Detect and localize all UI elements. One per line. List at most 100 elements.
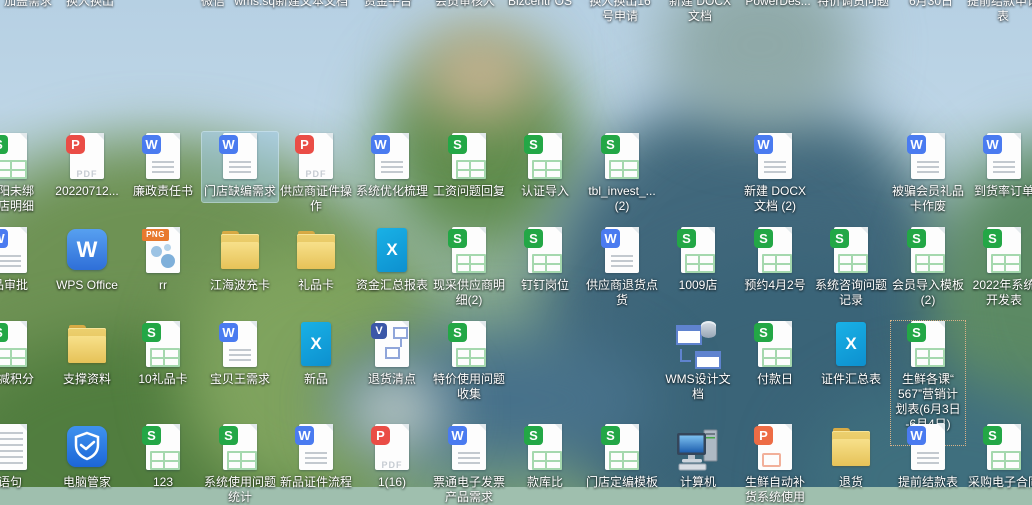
- desktop-icon[interactable]: S会员导入模板 (2): [890, 226, 966, 308]
- icon-label: 钉钉岗位: [507, 278, 583, 293]
- desktop-icon[interactable]: 语句: [0, 423, 48, 490]
- excel-file-icon: S: [904, 226, 952, 276]
- desktop-icon[interactable]: W供应商退货点 货: [584, 226, 660, 308]
- icon-label: 语句: [0, 475, 48, 490]
- desktop-icon[interactable]: 计算机: [660, 423, 736, 490]
- presentation-file-icon: P: [751, 423, 799, 473]
- excel-file-icon: S: [980, 423, 1028, 473]
- folder-icon: [292, 226, 340, 276]
- desktop-icon[interactable]: W门店缺编需求: [202, 132, 278, 202]
- desktop-icon[interactable]: S钉钉岗位: [507, 226, 583, 293]
- icon-label: PowerDes...: [740, 0, 816, 9]
- desktop-icon[interactable]: WWPS Office: [49, 226, 125, 293]
- word-file-icon: W: [598, 226, 646, 276]
- icon-label: 宝贝王需求: [202, 372, 278, 387]
- desktop-icon[interactable]: S付款日: [737, 320, 813, 387]
- desktop-icon[interactable]: 电脑管家: [49, 423, 125, 490]
- dingtalk-sheet-icon: X: [292, 320, 340, 370]
- desktop-icon[interactable]: X新品: [278, 320, 354, 387]
- desktop-icon[interactable]: S特价使用问题 收集: [431, 320, 507, 402]
- desktop-icon[interactable]: 特价调货问题: [815, 0, 891, 9]
- icon-label: 123: [125, 475, 201, 490]
- desktop-icon[interactable]: S系统咨询问题 记录: [813, 226, 889, 308]
- desktop-icon[interactable]: PPDF1(16): [354, 423, 430, 490]
- excel-file-icon: S: [598, 132, 646, 182]
- icon-label: 供应商退货点 货: [584, 278, 660, 308]
- desktop-icon[interactable]: V 退货清点: [354, 320, 430, 387]
- icon-label: 供应商证件操 作: [278, 184, 354, 214]
- icon-label: 新品证件流程: [278, 475, 354, 490]
- desktop-icon[interactable]: 退货: [813, 423, 889, 490]
- icon-label: 退货清点: [354, 372, 430, 387]
- desktop-icon[interactable]: 换人换出: [52, 0, 128, 9]
- pdf-file-icon: PPDF: [292, 132, 340, 182]
- icon-label: 提前结款申请 表: [965, 0, 1032, 24]
- desktop-icon[interactable]: 礼品卡: [278, 226, 354, 293]
- desktop-icon[interactable]: S预约4月2号: [737, 226, 813, 293]
- icon-label: 款库比: [507, 475, 583, 490]
- desktop-icon[interactable]: W新品证件流程: [278, 423, 354, 490]
- desktop-icon[interactable]: W被骗会员礼品 卡作废: [890, 132, 966, 214]
- desktop-icon[interactable]: 6月30日: [893, 0, 969, 9]
- icon-label: tbl_invest_... (2): [584, 184, 660, 214]
- desktop-icon[interactable]: S贵阳未绑 门店明细: [0, 132, 48, 214]
- excel-file-icon: S: [0, 320, 34, 370]
- desktop-icon[interactable]: X证件汇总表: [813, 320, 889, 387]
- icon-label: 1(16): [354, 475, 430, 490]
- icon-label: 提前结款表: [890, 475, 966, 490]
- desktop-icon[interactable]: PPDF20220712...: [49, 132, 125, 199]
- desktop-icon[interactable]: Stbl_invest_... (2): [584, 132, 660, 214]
- desktop-icon[interactable]: X资金汇总报表: [354, 226, 430, 293]
- icon-label: 换人换出: [52, 0, 128, 9]
- pdf-file-icon: PPDF: [63, 132, 111, 182]
- desktop-icon[interactable]: Bizcentr OS: [502, 0, 578, 9]
- desktop-icon[interactable]: 江海波充卡: [202, 226, 278, 293]
- desktop-icon[interactable]: W系统优化梳理: [354, 132, 430, 199]
- desktop-icon[interactable]: W新建 DOCX 文档 (2): [737, 132, 813, 214]
- desktop-icon[interactable]: S10礼品卡: [125, 320, 201, 387]
- icon-label: 支撑资料: [49, 372, 125, 387]
- desktop-icon[interactable]: W廉政责任书: [125, 132, 201, 199]
- excel-file-icon: S: [827, 226, 875, 276]
- desktop-icon[interactable]: S采购电子合同: [966, 423, 1032, 490]
- desktop-icon[interactable]: S123: [125, 423, 201, 490]
- desktop-icon[interactable]: 支撑资料: [49, 320, 125, 387]
- desktop-icon[interactable]: PNGrr: [125, 226, 201, 293]
- desktop-icon[interactable]: 新建文本文档: [274, 0, 350, 9]
- excel-file-icon: S: [751, 320, 799, 370]
- desktop-icon[interactable]: W到货率订单: [966, 132, 1032, 199]
- desktop-icon[interactable]: W提前结款表: [890, 423, 966, 490]
- desktop-icon[interactable]: S系统使用问题 统计: [202, 423, 278, 505]
- desktop-icon-grid: 加盖需求换人换出微信wms.sql新建文本文档资金平台会员审核人Bizcentr…: [0, 0, 1032, 487]
- word-file-icon: W: [216, 132, 264, 182]
- visio-file-icon: V: [368, 320, 416, 370]
- desktop-icon[interactable]: 新建 DOCX 文档: [662, 0, 738, 24]
- icon-label: 门店定编模板: [584, 475, 660, 490]
- icon-label: 票通电子发票 产品需求: [431, 475, 507, 505]
- desktop-icon[interactable]: S工资问题回复: [431, 132, 507, 199]
- desktop-icon[interactable]: WMS设计文 档: [660, 320, 736, 402]
- desktop-icon[interactable]: P生鲜自动补 货系统使用: [737, 423, 813, 505]
- desktop-icon[interactable]: 换人换出16 号申请: [582, 0, 658, 24]
- desktop-icon[interactable]: S门店定编模板: [584, 423, 660, 490]
- desktop-icon[interactable]: S款库比: [507, 423, 583, 490]
- excel-file-icon: S: [521, 132, 569, 182]
- icon-label: 预约4月2号: [737, 278, 813, 293]
- desktop-icon[interactable]: W品审批: [0, 226, 48, 293]
- desktop-icon[interactable]: S认证导入: [507, 132, 583, 199]
- desktop-icon[interactable]: 提前结款申请 表: [965, 0, 1032, 24]
- desktop-icon[interactable]: PowerDes...: [740, 0, 816, 9]
- dingtalk-sheet-icon: X: [827, 320, 875, 370]
- desktop-icon[interactable]: 会员审核人: [427, 0, 503, 9]
- desktop-icon[interactable]: S现采供应商明 细(2): [431, 226, 507, 308]
- desktop-icon[interactable]: S1009店: [660, 226, 736, 293]
- desktop-icon[interactable]: W票通电子发票 产品需求: [431, 423, 507, 505]
- desktop-icon[interactable]: S扣减积分: [0, 320, 48, 387]
- desktop-icon[interactable]: S2022年系统 开发表: [966, 226, 1032, 308]
- icon-label: 系统优化梳理: [354, 184, 430, 199]
- desktop-icon[interactable]: 资金平台: [350, 0, 426, 9]
- excel-file-icon: S: [445, 132, 493, 182]
- desktop-icon[interactable]: W宝贝王需求: [202, 320, 278, 387]
- excel-file-icon: S: [445, 320, 493, 370]
- desktop-icon[interactable]: PPDF供应商证件操 作: [278, 132, 354, 214]
